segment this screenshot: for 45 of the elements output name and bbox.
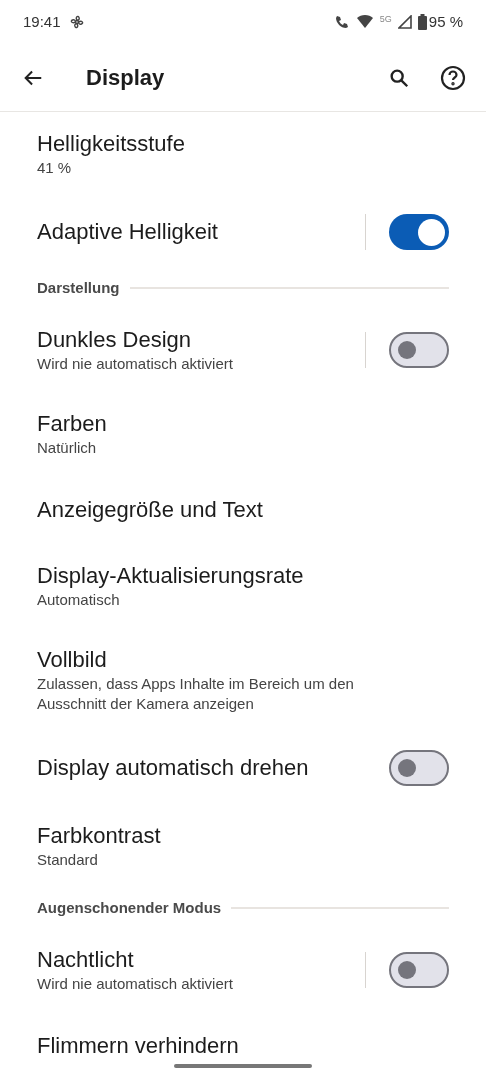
toggle-switch[interactable] xyxy=(389,214,449,250)
item-title: Helligkeitsstufe xyxy=(37,130,186,158)
section-header: Augenschonender Modus xyxy=(37,897,222,918)
settings-item[interactable]: Adaptive Helligkeit xyxy=(0,196,486,268)
settings-item[interactable]: Anzeigegröße und Text xyxy=(0,476,486,544)
signal-icon xyxy=(397,15,412,29)
item-title: Adaptive Helligkeit xyxy=(37,218,219,246)
battery-icon xyxy=(417,14,427,30)
item-subtitle: Natürlich xyxy=(37,438,98,458)
settings-item[interactable]: Helligkeitsstufe 41 % xyxy=(0,112,486,196)
settings-item[interactable]: Vollbild Zulassen, dass Apps Inhalte im Bereich um den Ausschnitt der Kamera anzeigen xyxy=(0,628,486,732)
item-title: Vollbild xyxy=(37,646,108,674)
settings-item[interactable]: Farben Natürlich xyxy=(0,392,486,476)
settings-item[interactable]: Display automatisch drehen xyxy=(0,732,486,804)
item-subtitle: Standard xyxy=(37,850,99,870)
item-title: Farben xyxy=(37,410,108,438)
toggle-switch[interactable] xyxy=(389,332,449,368)
item-subtitle: 41 % xyxy=(37,158,73,178)
battery-level: 95 % xyxy=(428,11,463,32)
item-subtitle: Zulassen, dass Apps Inhalte im Bereich um den Ausschnitt der Kamera anzeigen xyxy=(37,674,355,714)
item-subtitle: Wird nie automatisch aktiviert xyxy=(37,974,234,994)
settings-item[interactable]: Farbkontrast Standard xyxy=(0,804,486,888)
item-title: Anzeigegröße und Text xyxy=(37,496,264,524)
help-button[interactable] xyxy=(440,64,466,91)
item-title: Display automatisch drehen xyxy=(37,754,310,782)
item-title: Dunkles Design xyxy=(37,326,193,354)
fan-icon xyxy=(68,14,85,30)
status-time: 19:41 xyxy=(23,11,61,32)
item-subtitle: Automatisch xyxy=(37,590,121,610)
settings-item[interactable]: Display-Aktualisierungsrate Automatisch xyxy=(0,544,486,628)
item-title: Display-Aktualisierungsrate xyxy=(37,562,305,590)
section-header: Darstellung xyxy=(37,277,120,298)
item-title: Flimmern verhindern xyxy=(37,1032,240,1060)
wifi-icon xyxy=(355,14,374,30)
call-icon xyxy=(333,14,350,30)
toggle-switch[interactable] xyxy=(389,952,449,988)
item-title: Nachtlicht xyxy=(37,946,135,974)
item-subtitle: Wird nie automatisch aktiviert xyxy=(37,354,234,374)
settings-item[interactable]: Dunkles Design Wird nie automatisch aktiviert xyxy=(0,308,486,392)
page-title: Display xyxy=(86,64,166,92)
settings-item[interactable]: Flimmern verhindern xyxy=(0,1012,486,1080)
network-type: 5G xyxy=(379,12,392,26)
toggle-switch[interactable] xyxy=(389,750,449,786)
item-title: Farbkontrast xyxy=(37,822,162,850)
settings-item[interactable]: Nachtlicht Wird nie automatisch aktiviert xyxy=(0,928,486,1012)
